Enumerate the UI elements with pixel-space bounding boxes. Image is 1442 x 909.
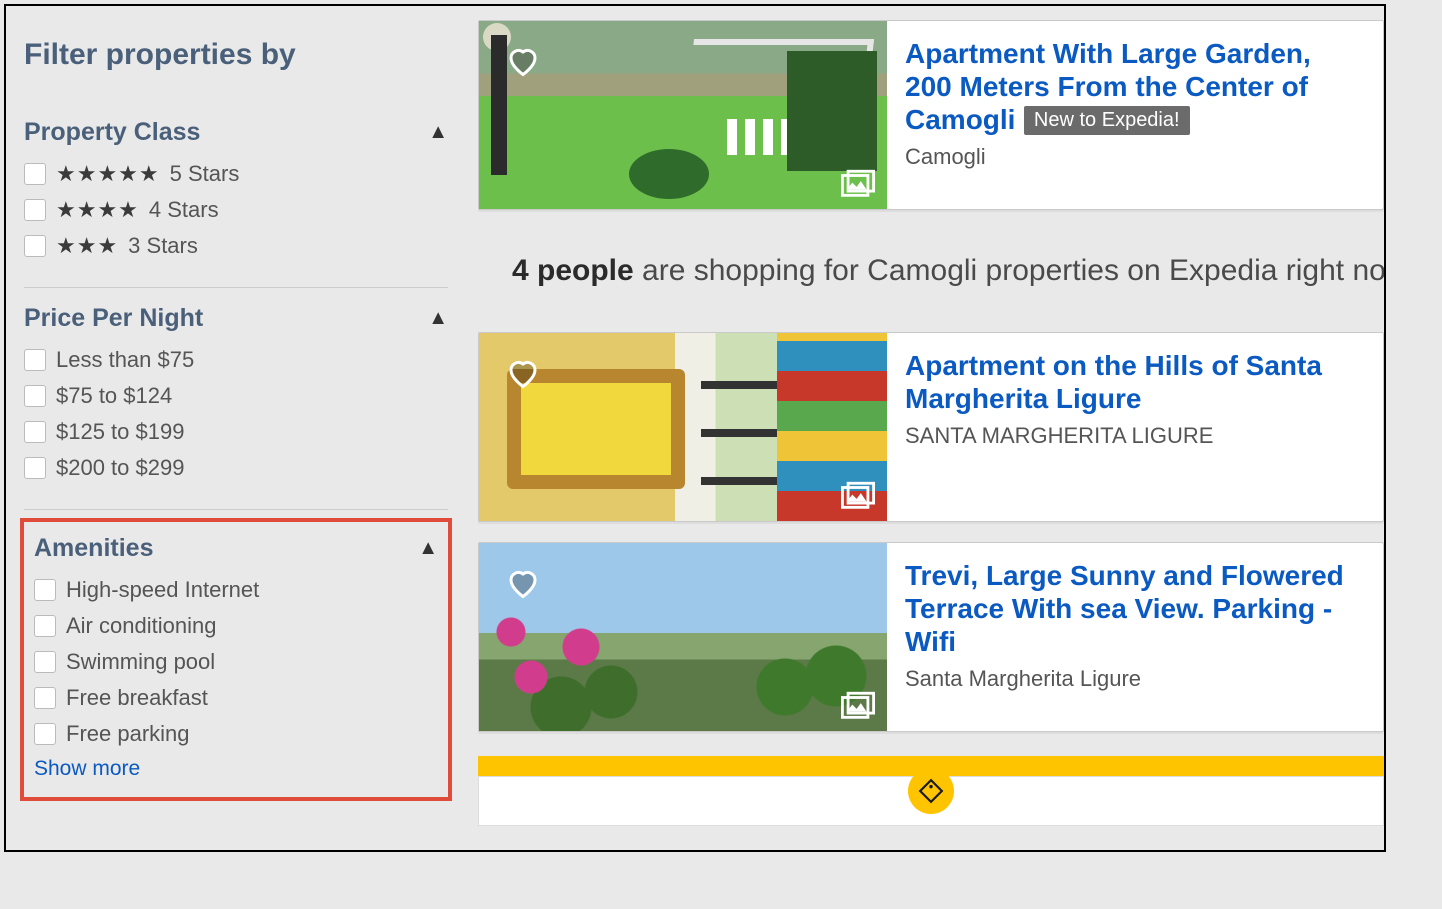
heart-icon[interactable] <box>505 565 541 601</box>
filter-option-amenity-0[interactable]: High-speed Internet <box>34 577 438 603</box>
property-card[interactable]: Apartment on the Hills of Santa Margheri… <box>478 332 1384 522</box>
option-label: $75 to $124 <box>56 383 172 409</box>
checkbox[interactable] <box>24 385 46 407</box>
filter-option-5-stars[interactable]: ★★★★★ 5 Stars <box>24 161 448 187</box>
filter-sidebar: Filter properties by Property Class ▲ ★★… <box>6 6 466 850</box>
option-label: 3 Stars <box>128 233 198 259</box>
checkbox[interactable] <box>24 457 46 479</box>
chevron-up-icon: ▲ <box>428 121 448 144</box>
section-price: Price Per Night ▲ Less than $75 $75 to $… <box>24 288 448 510</box>
property-image[interactable] <box>479 333 887 521</box>
property-title: Apartment on the Hills of Santa Margheri… <box>905 350 1322 414</box>
option-label: Less than $75 <box>56 347 194 373</box>
property-card[interactable]: Trevi, Large Sunny and Flowered Terrace … <box>478 542 1384 732</box>
filter-option-price-3[interactable]: $200 to $299 <box>24 455 448 481</box>
filter-option-amenity-3[interactable]: Free breakfast <box>34 685 438 711</box>
section-header-property-class[interactable]: Property Class ▲ <box>24 118 448 147</box>
property-location: SANTA MARGHERITA LIGURE <box>905 423 1365 449</box>
option-label: $125 to $199 <box>56 419 184 445</box>
filter-option-amenity-2[interactable]: Swimming pool <box>34 649 438 675</box>
option-label: Swimming pool <box>66 649 215 675</box>
checkbox[interactable] <box>24 235 46 257</box>
section-title: Price Per Night <box>24 304 203 333</box>
gallery-icon[interactable] <box>841 691 875 721</box>
section-title: Property Class <box>24 118 200 147</box>
deal-strip <box>478 756 1384 826</box>
property-title-link[interactable]: Apartment on the Hills of Santa Margheri… <box>905 350 1322 414</box>
heart-icon[interactable] <box>505 43 541 79</box>
property-title-link[interactable]: Trevi, Large Sunny and Flowered Terrace … <box>905 560 1344 657</box>
property-location: Camogli <box>905 144 1365 170</box>
filter-option-price-2[interactable]: $125 to $199 <box>24 419 448 445</box>
property-title: Trevi, Large Sunny and Flowered Terrace … <box>905 560 1344 657</box>
option-label: 4 Stars <box>149 197 219 223</box>
shoppers-banner: 4 people are shopping for Camogli proper… <box>478 230 1384 312</box>
gallery-icon[interactable] <box>841 169 875 199</box>
section-property-class: Property Class ▲ ★★★★★ 5 Stars ★★★★ 4 St… <box>24 102 448 288</box>
filter-option-amenity-1[interactable]: Air conditioning <box>34 613 438 639</box>
property-image[interactable] <box>479 543 887 731</box>
star-icon: ★★★★ <box>56 197 139 223</box>
option-label: $200 to $299 <box>56 455 184 481</box>
star-icon: ★★★★★ <box>56 161 160 187</box>
filter-option-price-0[interactable]: Less than $75 <box>24 347 448 373</box>
filter-option-amenity-4[interactable]: Free parking <box>34 721 438 747</box>
checkbox[interactable] <box>24 421 46 443</box>
option-label: Free breakfast <box>66 685 208 711</box>
results-panel: Apartment With Large Garden, 200 Meters … <box>466 6 1384 850</box>
shoppers-text: 4 people are shopping for Camogli proper… <box>512 254 1384 288</box>
checkbox[interactable] <box>24 199 46 221</box>
option-label: 5 Stars <box>170 161 240 187</box>
chevron-up-icon: ▲ <box>418 537 438 560</box>
deal-tag-icon[interactable] <box>908 768 954 814</box>
section-title: Amenities <box>34 534 153 563</box>
property-card-body: Trevi, Large Sunny and Flowered Terrace … <box>887 543 1383 731</box>
checkbox[interactable] <box>34 651 56 673</box>
checkbox[interactable] <box>34 615 56 637</box>
show-more-link[interactable]: Show more <box>34 757 438 781</box>
checkbox[interactable] <box>24 163 46 185</box>
star-icon: ★★★ <box>56 233 118 259</box>
section-header-price[interactable]: Price Per Night ▲ <box>24 304 448 333</box>
section-header-amenities[interactable]: Amenities ▲ <box>34 534 438 563</box>
filter-option-4-stars[interactable]: ★★★★ 4 Stars <box>24 197 448 223</box>
heart-icon[interactable] <box>505 355 541 391</box>
gallery-icon[interactable] <box>841 481 875 511</box>
property-card[interactable]: Apartment With Large Garden, 200 Meters … <box>478 20 1384 210</box>
option-label: Free parking <box>66 721 190 747</box>
shoppers-count: 4 people <box>512 254 634 287</box>
filter-option-price-1[interactable]: $75 to $124 <box>24 383 448 409</box>
filter-title: Filter properties by <box>24 38 452 72</box>
property-location: Santa Margherita Ligure <box>905 666 1365 692</box>
checkbox[interactable] <box>24 349 46 371</box>
filter-option-3-stars[interactable]: ★★★ 3 Stars <box>24 233 448 259</box>
checkbox[interactable] <box>34 723 56 745</box>
checkbox[interactable] <box>34 579 56 601</box>
shoppers-rest: are shopping for Camogli properties on E… <box>634 254 1384 287</box>
property-card-body: Apartment With Large Garden, 200 Meters … <box>887 21 1383 209</box>
new-badge: New to Expedia! <box>1024 106 1190 135</box>
property-card-body: Apartment on the Hills of Santa Margheri… <box>887 333 1383 521</box>
option-label: High-speed Internet <box>66 577 259 603</box>
option-label: Air conditioning <box>66 613 216 639</box>
chevron-up-icon: ▲ <box>428 307 448 330</box>
property-image[interactable] <box>479 21 887 209</box>
section-amenities: Amenities ▲ High-speed Internet Air cond… <box>20 518 452 801</box>
checkbox[interactable] <box>34 687 56 709</box>
